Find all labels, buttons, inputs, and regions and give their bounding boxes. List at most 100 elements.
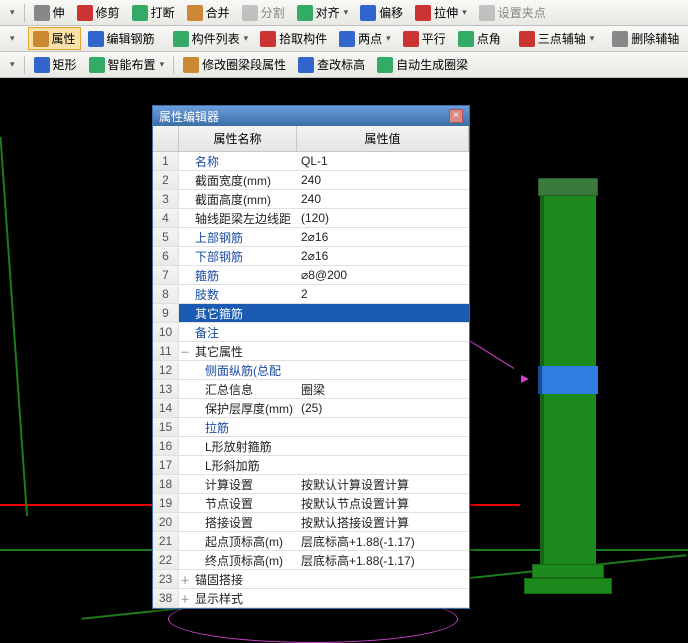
toolbar-修剪[interactable]: 修剪 xyxy=(72,1,125,24)
tool-icon xyxy=(187,5,203,21)
row-number: 9 xyxy=(153,304,179,322)
toolbar-分割[interactable]: 分割 xyxy=(237,1,290,24)
toolbar-label: 偏移 xyxy=(379,4,403,21)
property-value[interactable]: 2 xyxy=(297,287,469,301)
ring-beam[interactable] xyxy=(538,366,598,394)
property-row[interactable]: 38＋显示样式 xyxy=(153,589,469,608)
property-row[interactable]: 16 L形放射箍筋 xyxy=(153,437,469,456)
toolbar-点角[interactable]: 点角 xyxy=(453,27,506,50)
property-row[interactable]: 21起点顶标高(m)层底标高+1.88(-1.17) xyxy=(153,532,469,551)
toolbar-查改标高[interactable]: 查改标高 xyxy=(293,53,370,76)
property-value[interactable]: (120) xyxy=(297,211,469,225)
property-name: 起点顶标高(m) xyxy=(191,533,297,550)
tool-icon xyxy=(34,57,50,73)
property-value[interactable]: (25) xyxy=(297,401,469,415)
property-name: 上部钢筋 xyxy=(191,229,297,246)
row-number: 4 xyxy=(153,209,179,227)
property-row[interactable]: 2截面宽度(mm)240 xyxy=(153,171,469,190)
toolbar-偏移[interactable]: 偏移 xyxy=(355,1,408,24)
property-row[interactable]: 23＋锚固搭接 xyxy=(153,570,469,589)
toolbar-矩形[interactable]: 矩形 xyxy=(29,53,82,76)
toolbar-平行[interactable]: 平行 xyxy=(398,27,451,50)
row-number: 15 xyxy=(153,418,179,436)
toolbar-智能布置[interactable]: 智能布置▾ xyxy=(84,53,170,76)
toolbar-两点[interactable]: 两点▾ xyxy=(334,27,396,50)
property-row[interactable]: 8肢数2 xyxy=(153,285,469,304)
column-model[interactable] xyxy=(538,178,598,608)
property-value[interactable]: 按默认计算设置计算 xyxy=(297,476,469,493)
toolbar-lead[interactable]: ▾ xyxy=(4,4,20,21)
property-name: 节点设置 xyxy=(191,495,297,512)
property-row[interactable]: 20搭接设置按默认搭接设置计算 xyxy=(153,513,469,532)
toolbar-修改圈梁段属性[interactable]: 修改圈梁段属性 xyxy=(178,53,291,76)
toolbar-row-3: ▾ 矩形智能布置▾ 修改圈梁段属性查改标高自动生成圈梁 xyxy=(0,52,688,78)
row-number: 10 xyxy=(153,323,179,341)
row-number: 16 xyxy=(153,437,179,455)
property-value[interactable]: 2⌀16 xyxy=(297,230,469,244)
toolbar-lead[interactable]: ▾ xyxy=(4,56,20,73)
property-value[interactable]: 按默认搭接设置计算 xyxy=(297,514,469,531)
toolbar-编辑钢筋[interactable]: 编辑钢筋 xyxy=(83,27,160,50)
property-name: 肢数 xyxy=(191,286,297,303)
toolbar-label: 点角 xyxy=(477,30,501,47)
property-name: 计算设置 xyxy=(191,476,297,493)
toolbar-伸[interactable]: 伸 xyxy=(29,1,70,24)
property-row[interactable]: 1名称QL-1 xyxy=(153,152,469,171)
property-row[interactable]: 18 计算设置按默认计算设置计算 xyxy=(153,475,469,494)
tool-icon xyxy=(298,57,314,73)
toolbar-label: 编辑钢筋 xyxy=(107,30,155,47)
property-value[interactable]: 按默认节点设置计算 xyxy=(297,495,469,512)
property-row[interactable]: 12侧面纵筋(总配 xyxy=(153,361,469,380)
row-number: 20 xyxy=(153,513,179,531)
property-value[interactable]: 层底标高+1.88(-1.17) xyxy=(297,533,469,550)
toolbar-拾取构件[interactable]: 拾取构件 xyxy=(255,27,332,50)
toolbar-属性[interactable]: 属性 xyxy=(28,27,81,50)
property-value[interactable]: 240 xyxy=(297,173,469,187)
tool-icon xyxy=(612,31,628,47)
tool-icon xyxy=(377,57,393,73)
property-row[interactable]: 14保护层厚度(mm)(25) xyxy=(153,399,469,418)
property-row[interactable]: 6下部钢筋2⌀16 xyxy=(153,247,469,266)
toolbar-设置夹点[interactable]: 设置夹点 xyxy=(474,1,551,24)
property-row[interactable]: 9其它箍筋 xyxy=(153,304,469,323)
toolbar-自动生成圈梁[interactable]: 自动生成圈梁 xyxy=(372,53,473,76)
dialog-titlebar[interactable]: 属性编辑器 × xyxy=(153,106,469,126)
property-value[interactable]: 圈梁 xyxy=(297,381,469,398)
property-row[interactable]: 13汇总信息圈梁 xyxy=(153,380,469,399)
toolbar-合并[interactable]: 合并 xyxy=(182,1,235,24)
close-icon[interactable]: × xyxy=(449,109,463,123)
toolbar-lead[interactable]: ▾ xyxy=(4,30,20,47)
expand-icon[interactable]: ＋ xyxy=(179,591,191,606)
toolbar-构件列表[interactable]: 构件列表▾ xyxy=(168,27,254,50)
property-row[interactable]: 15拉筋 xyxy=(153,418,469,437)
property-value[interactable]: 2⌀16 xyxy=(297,249,469,263)
toolbar-label: 分割 xyxy=(261,4,285,21)
property-value[interactable]: QL-1 xyxy=(297,154,469,168)
row-number: 18 xyxy=(153,475,179,493)
property-row[interactable]: 3截面高度(mm)240 xyxy=(153,190,469,209)
toolbar-对齐[interactable]: 对齐▾ xyxy=(292,1,354,24)
property-editor-dialog[interactable]: 属性编辑器 × 属性名称 属性值 1名称QL-12截面宽度(mm)2403截面高… xyxy=(152,105,470,609)
property-row[interactable]: 19节点设置按默认节点设置计算 xyxy=(153,494,469,513)
property-row[interactable]: 7箍筋⌀8@200 xyxy=(153,266,469,285)
property-row[interactable]: 10备注 xyxy=(153,323,469,342)
toolbar-label: 对齐 xyxy=(316,4,340,21)
property-value[interactable]: 240 xyxy=(297,192,469,206)
property-row[interactable]: 17L形斜加筋 xyxy=(153,456,469,475)
property-row[interactable]: 4轴线距梁左边线距(120) xyxy=(153,209,469,228)
toolbar-三点辅轴[interactable]: 三点辅轴▾ xyxy=(514,27,600,50)
property-name: L形放射箍筋 xyxy=(191,438,297,455)
property-row[interactable]: 22终点顶标高(m)层底标高+1.88(-1.17) xyxy=(153,551,469,570)
property-value[interactable]: ⌀8@200 xyxy=(297,268,469,282)
toolbar-label: 构件列表 xyxy=(192,30,240,47)
expand-icon[interactable]: ＋ xyxy=(179,572,191,587)
toolbar-打断[interactable]: 打断 xyxy=(127,1,180,24)
property-row[interactable]: 11－其它属性 xyxy=(153,342,469,361)
expand-icon[interactable]: － xyxy=(179,344,191,359)
property-row[interactable]: 5上部钢筋2⌀16 xyxy=(153,228,469,247)
toolbar-拉伸[interactable]: 拉伸▾ xyxy=(410,1,472,24)
property-value[interactable]: 层底标高+1.88(-1.17) xyxy=(297,552,469,569)
tool-icon xyxy=(77,5,93,21)
toolbar-删除辅轴[interactable]: 删除辅轴 xyxy=(607,27,684,50)
toolbar-label: 拉伸 xyxy=(434,4,458,21)
